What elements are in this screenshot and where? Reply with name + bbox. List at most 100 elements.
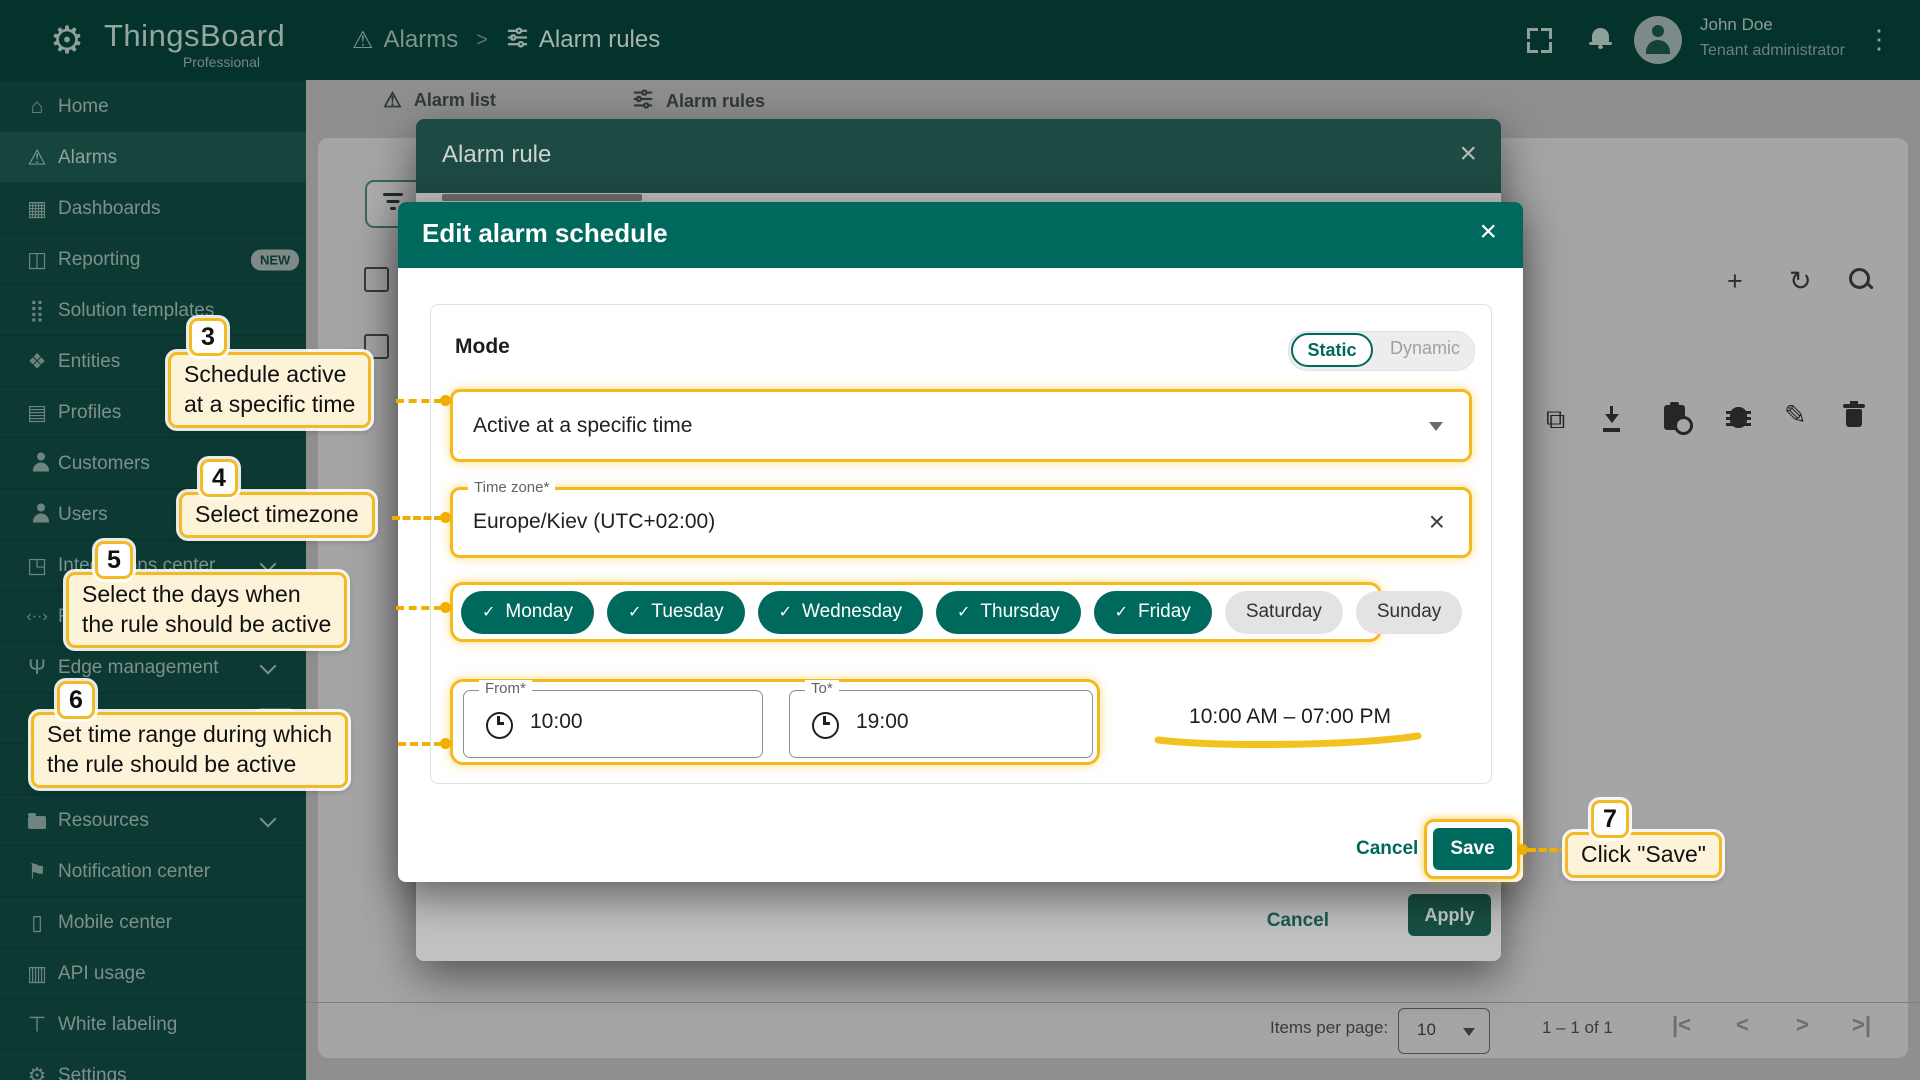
new-badge: NEW [251, 249, 299, 270]
apply-button[interactable]: Apply [1408, 894, 1491, 936]
chevron-down-icon [1463, 1028, 1475, 1042]
annotation-connector-7 [1528, 848, 1568, 852]
brush-icon: ⊤ [24, 1012, 50, 1037]
sidebar-item-solution-templates[interactable]: ⣿ Solution templates [0, 284, 306, 336]
sidebar-item-dashboards[interactable]: ▦ Dashboards [0, 182, 306, 234]
download-icon[interactable] [1610, 406, 1613, 418]
tab-alarm-list[interactable]: ⚠ Alarm list [383, 88, 496, 113]
day-chip-sunday[interactable]: Sunday [1356, 591, 1462, 634]
copy-icon[interactable]: ⧉ [1546, 404, 1565, 436]
page-size-select[interactable]: 10 [1398, 1008, 1490, 1054]
chevron-down-icon [260, 810, 277, 827]
pagination-divider [306, 1002, 1920, 1003]
user-role: Tenant administrator [1700, 42, 1845, 60]
kebab-menu-icon[interactable]: ⋮ [1866, 24, 1892, 55]
chart-icon: ▥ [24, 961, 50, 986]
clear-icon[interactable]: × [1429, 506, 1445, 538]
day-chip-wednesday[interactable]: ✓Wednesday [758, 591, 923, 634]
annotation-badge-6: 6 [57, 681, 95, 719]
day-chip-thursday[interactable]: ✓Thursday [936, 591, 1081, 634]
edge-icon: Ψ [24, 656, 50, 680]
day-chip-friday[interactable]: ✓Friday [1094, 591, 1212, 634]
sidebar-item-alarms[interactable]: ⚠ Alarms [0, 131, 306, 183]
days-of-week-group: ✓Monday ✓Tuesday ✓Wednesday ✓Thursday ✓F… [450, 582, 1382, 642]
annotation-badge-4: 4 [200, 459, 238, 497]
last-page-button[interactable]: >| [1852, 1012, 1871, 1038]
annotation-connector-4 [392, 516, 442, 520]
sidebar-item-settings[interactable]: ⚙ Settings [0, 1049, 306, 1080]
annotation-connector-6 [398, 742, 442, 746]
schedule-dialog-header: Edit alarm schedule × [398, 202, 1523, 268]
check-icon: ✓ [957, 602, 970, 622]
tab-label: Alarm list [414, 90, 496, 111]
avatar[interactable] [1634, 16, 1682, 64]
schedule-type-value: Active at a specific time [473, 414, 692, 438]
mode-toggle: Static Dynamic [1288, 331, 1475, 371]
annotation-dot-7 [1517, 844, 1528, 855]
sidebar-item-resources[interactable]: Resources [0, 794, 306, 846]
save-button[interactable]: Save [1433, 828, 1512, 870]
breadcrumb-alarms[interactable]: Alarms [384, 26, 459, 54]
cancel-button[interactable]: Cancel [1267, 910, 1329, 932]
delete-trash-icon[interactable] [1846, 409, 1862, 427]
from-time-field[interactable]: From* 10:00 [463, 690, 763, 758]
tune-icon [632, 88, 654, 115]
mode-label: Mode [455, 335, 510, 359]
day-chip-saturday[interactable]: Saturday [1225, 591, 1343, 634]
sidebar-item-edge-management[interactable]: Ψ Edge management [0, 641, 306, 693]
thingsboard-logo-icon: ⚙ [50, 18, 84, 63]
schedule-type-select[interactable]: Active at a specific time [450, 389, 1472, 462]
breadcrumb-separator: > [476, 29, 488, 52]
edit-pencil-icon[interactable]: ✎ [1784, 400, 1807, 431]
schedule-clipboard-icon[interactable] [1664, 405, 1685, 430]
sidebar-item-home[interactable]: ⌂ Home [0, 80, 306, 132]
annotation-badge-5: 5 [95, 541, 133, 579]
to-time-field[interactable]: To* 19:00 [789, 690, 1093, 758]
fullscreen-icon[interactable] [1527, 28, 1552, 53]
customers-icon [24, 450, 50, 477]
close-icon[interactable]: × [1459, 137, 1477, 171]
obscured-content [442, 194, 642, 201]
sidebar-item-white-labeling[interactable]: ⊤ White labeling [0, 998, 306, 1050]
tune-icon [506, 26, 529, 54]
notifications-bell-icon[interactable] [1592, 28, 1609, 42]
rule-chains-icon: ‹··› [24, 608, 50, 626]
annotation-dot-4 [440, 512, 451, 523]
sidebar-item-customers[interactable]: Customers [0, 437, 306, 489]
sidebar-item-reporting[interactable]: ◫ Reporting NEW [0, 233, 306, 285]
day-chip-tuesday[interactable]: ✓Tuesday [607, 591, 745, 634]
chevron-down-icon [260, 555, 277, 572]
alarm-rule-dialog-header: Alarm rule × [416, 119, 1501, 193]
time-range-group: From* 10:00 To* 19:00 [450, 679, 1100, 765]
mode-dynamic-option[interactable]: Dynamic [1381, 338, 1469, 359]
cancel-button[interactable]: Cancel [1356, 838, 1418, 860]
annotation-connector-3 [396, 399, 442, 403]
select-all-checkbox[interactable] [364, 267, 389, 292]
annotation-underline [1148, 730, 1428, 755]
timezone-value: Europe/Kiev (UTC+02:00) [473, 510, 715, 534]
prev-page-button[interactable]: < [1736, 1012, 1749, 1038]
sidebar-item-mobile-center[interactable]: ▯ Mobile center [0, 896, 306, 948]
chevron-down-icon [1429, 422, 1443, 438]
first-page-button[interactable]: |< [1672, 1012, 1691, 1038]
refresh-icon[interactable]: ↻ [1789, 266, 1812, 297]
annotation-box-7: Click "Save" [1565, 832, 1722, 878]
debug-bug-icon[interactable] [1730, 407, 1747, 428]
sidebar-item-notification-center[interactable]: ⚑ Notification center [0, 845, 306, 897]
flag-icon: ⚑ [24, 859, 50, 884]
reporting-icon: ◫ [24, 247, 50, 272]
timezone-field[interactable]: Time zone* Europe/Kiev (UTC+02:00) × [450, 487, 1472, 558]
close-icon[interactable]: × [1479, 215, 1497, 249]
next-page-button[interactable]: > [1796, 1012, 1809, 1038]
mode-static-option[interactable]: Static [1291, 333, 1373, 367]
search-icon[interactable] [1849, 268, 1870, 289]
sidebar-item-api-usage[interactable]: ▥ API usage [0, 947, 306, 999]
warning-icon: ⚠ [352, 26, 374, 55]
annotation-badge-3: 3 [189, 318, 227, 356]
day-chip-monday[interactable]: ✓Monday [461, 591, 594, 634]
annotation-badge-7: 7 [1591, 800, 1629, 838]
add-icon[interactable]: + [1727, 266, 1743, 297]
annotation-box-3: Schedule activeat a specific time [168, 352, 371, 428]
tab-alarm-rules[interactable]: Alarm rules [632, 88, 765, 115]
to-label: To* [805, 680, 839, 697]
